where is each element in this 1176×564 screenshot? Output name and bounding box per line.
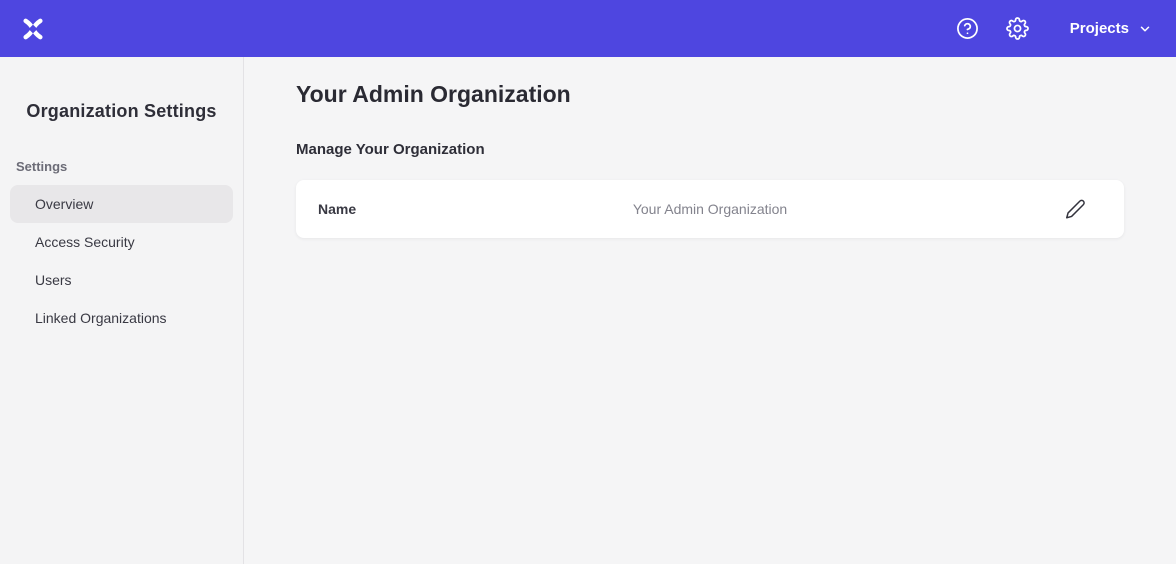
chevron-down-icon xyxy=(1138,22,1152,36)
settings-button[interactable] xyxy=(1006,17,1030,41)
name-field-label: Name xyxy=(318,201,356,217)
top-nav: Projects xyxy=(0,0,1176,57)
sidebar-section-label: Settings xyxy=(16,159,243,174)
main-content: Your Admin Organization Manage Your Orga… xyxy=(244,57,1176,564)
page-body: Organization Settings Settings Overview … xyxy=(0,57,1176,564)
sidebar-title: Organization Settings xyxy=(0,101,243,122)
name-field-value: Your Admin Organization xyxy=(633,201,787,217)
gear-icon xyxy=(1006,17,1029,40)
pencil-icon xyxy=(1065,198,1086,219)
sidebar-item-access-security[interactable]: Access Security xyxy=(10,223,233,261)
sidebar: Organization Settings Settings Overview … xyxy=(0,57,244,564)
projects-dropdown[interactable]: Projects xyxy=(1070,20,1152,37)
edit-name-button[interactable] xyxy=(1063,196,1088,221)
topbar-actions: Projects xyxy=(956,17,1152,41)
help-button[interactable] xyxy=(956,17,980,41)
help-icon xyxy=(956,17,979,40)
projects-dropdown-label: Projects xyxy=(1070,20,1129,37)
section-title: Manage Your Organization xyxy=(296,141,1176,158)
sidebar-item-linked-organizations[interactable]: Linked Organizations xyxy=(10,299,233,337)
home-logo-button[interactable] xyxy=(20,16,46,42)
page-title: Your Admin Organization xyxy=(296,81,1176,109)
mendix-logo-icon xyxy=(20,16,46,42)
sidebar-nav: Overview Access Security Users Linked Or… xyxy=(0,185,243,337)
sidebar-item-overview[interactable]: Overview xyxy=(10,185,233,223)
sidebar-item-users[interactable]: Users xyxy=(10,261,233,299)
name-field-card: Name Your Admin Organization xyxy=(296,180,1124,238)
